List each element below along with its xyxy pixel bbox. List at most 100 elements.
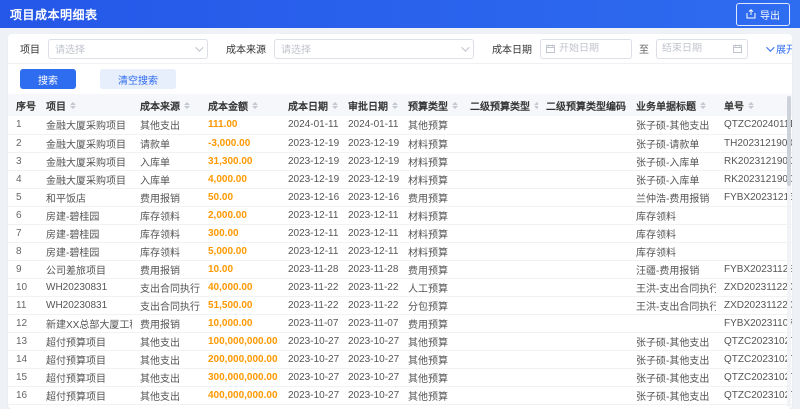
project-filter-label: 项目 <box>20 45 40 56</box>
column-header-9[interactable]: 业务单据标题 <box>628 94 716 116</box>
page-title: 项目成本明细表 <box>10 7 98 22</box>
table-cell: 分包预算 <box>400 296 462 315</box>
table-cell <box>462 386 538 405</box>
table-cell <box>538 134 628 153</box>
table-cell: 2023-11-07 <box>340 314 400 333</box>
table-cell: 张子硕-请款单 <box>628 134 716 153</box>
table-cell: 2023-10-27 <box>280 368 340 387</box>
table-cell <box>462 134 538 153</box>
table-row: 6 房建-碧桂园 库存领料 2,000.00 2023-12-11 2023-12-11 材… <box>8 206 792 225</box>
table-cell <box>462 170 538 189</box>
table-cell: 3 <box>8 152 38 171</box>
search-button[interactable]: 搜索 <box>20 69 76 89</box>
table-cell: 2023-10-27 <box>280 404 340 409</box>
table-row: 2 金融大厦采购项目 请款单 -3,000.00 2023-12-19 2023-12-1… <box>8 134 792 153</box>
project-select[interactable]: 请选择 <box>48 38 208 59</box>
column-header-10[interactable]: 单号 <box>716 94 792 116</box>
table-row: 7 房建-碧桂园 库存领料 300.00 2023-12-11 2023-12-11 材料预… <box>8 224 792 243</box>
sort-icon[interactable] <box>534 101 538 109</box>
date-start-box[interactable] <box>540 38 632 59</box>
sort-icon[interactable] <box>70 101 76 109</box>
table-cell: 2 <box>8 134 38 153</box>
table-cell: 库存领料 <box>132 224 200 243</box>
table-cell <box>716 242 792 261</box>
table-row: 12新建XX总部大厦工程二期费用报销10,000.002023-11-07202… <box>8 314 792 333</box>
table-cell: 张子硕-其他支出 <box>628 368 716 387</box>
table-cell: 其他预算 <box>400 368 462 387</box>
table-cell: 13 <box>8 332 38 351</box>
table-cell: 新建XX总部大厦工程二期 <box>38 314 132 333</box>
table-cell <box>538 170 628 189</box>
date-start-input[interactable] <box>559 43 626 54</box>
content-card: 项目 请选择 成本来源 请选择 成本日期 至 <box>8 34 792 409</box>
column-header-6[interactable]: 预算类型 <box>400 94 462 116</box>
table-cell: QTZC20231027002 <box>716 332 792 351</box>
table-cell: 房建-碧桂园 <box>38 242 132 261</box>
table-cell: 金融大厦采购项目 <box>38 134 132 153</box>
export-button[interactable]: 导出 <box>736 2 790 26</box>
table-cell: 2,000.00 <box>200 206 280 225</box>
actions-bar: 搜索 清空搜索 <box>8 64 792 94</box>
sort-icon[interactable] <box>748 101 754 109</box>
table-cell <box>462 368 538 387</box>
vertical-scrollbar[interactable] <box>787 96 791 407</box>
table-cell: 17 <box>8 404 38 409</box>
table-cell: 张子硕-入库单 <box>628 152 716 171</box>
table-cell: 费用报销 <box>132 188 200 207</box>
table-cell: 费用报销 <box>132 314 200 333</box>
date-end-box[interactable] <box>656 38 748 59</box>
table-row: 4 金融大厦采购项目 入库单 4,000.00 2023-12-19 2023-12-19… <box>8 170 792 189</box>
column-header-5[interactable]: 审批日期 <box>340 94 400 116</box>
sort-icon[interactable] <box>184 101 190 109</box>
table-cell: 9 <box>8 260 38 279</box>
table-cell: 300.00 <box>200 224 280 243</box>
table-cell: RK20231219003 <box>716 152 792 171</box>
column-header-8[interactable]: 二级预算类型编码 <box>538 94 628 116</box>
table-row: 9 公司差旅项目 费用报销 10.00 2023-11-28 2023-11-28 费用预算… <box>8 260 792 279</box>
table-cell: 2023-12-11 <box>340 224 400 243</box>
table-cell: 超付预算项目 <box>38 332 132 351</box>
column-header-1[interactable]: 项目 <box>38 94 132 116</box>
sort-icon[interactable] <box>452 101 458 109</box>
table-cell: 人工预算 <box>400 278 462 297</box>
column-header-label: 成本金额 <box>208 101 248 113</box>
table-cell: 2023-12-16 <box>280 188 340 207</box>
table-cell: 12 <box>8 314 38 333</box>
scrollbar-thumb[interactable] <box>787 96 791 186</box>
table-cell <box>462 314 538 333</box>
table-cell: 材料预算 <box>400 152 462 171</box>
table-cell: ZXD20231122002 <box>716 278 792 297</box>
table-cell: 库存领料 <box>132 242 200 261</box>
table-cell: QTZC20231027002 <box>716 350 792 369</box>
column-header-2[interactable]: 成本来源 <box>132 94 200 116</box>
sort-icon[interactable] <box>392 101 398 109</box>
column-header-4[interactable]: 成本日期 <box>280 94 340 116</box>
project-filter: 项目 请选择 <box>20 38 208 59</box>
column-header-3[interactable]: 成本金额 <box>200 94 280 116</box>
table-cell: 2024-01-11 <box>280 116 340 135</box>
expand-filter-toggle[interactable]: 展开筛选 <box>766 41 792 56</box>
sort-icon[interactable] <box>700 101 706 109</box>
top-header-bar: 项目成本明细表 导出 <box>0 0 800 28</box>
sort-icon[interactable] <box>252 101 258 109</box>
table-cell <box>538 242 628 261</box>
table-cell: 2023-11-22 <box>340 296 400 315</box>
table-cell: 其他预算 <box>400 386 462 405</box>
date-end-input[interactable] <box>662 43 729 54</box>
table-cell: 500,000,000.00 <box>200 404 280 409</box>
table-cell <box>538 152 628 171</box>
table-cell <box>462 206 538 225</box>
table-cell <box>462 350 538 369</box>
table-cell: QTZC20231027002 <box>716 386 792 405</box>
table-cell: 2023-11-22 <box>280 296 340 315</box>
table-header-row: 序号 项目 成本来源 成本金额 成本日期 审批日期 预算类型 二级预算类型 二级预算类型编码 业务… <box>8 94 792 116</box>
clear-search-button[interactable]: 清空搜索 <box>100 69 176 89</box>
column-header-label: 预算类型 <box>408 101 448 113</box>
cost-source-select-placeholder: 请选择 <box>281 45 311 56</box>
column-header-7[interactable]: 二级预算类型 <box>462 94 538 116</box>
table-cell: 2023-11-28 <box>280 260 340 279</box>
sort-icon[interactable] <box>332 101 338 109</box>
cost-source-select[interactable]: 请选择 <box>274 38 474 59</box>
table-cell: 4 <box>8 170 38 189</box>
table-cell: QTZC20231027001 <box>716 404 792 409</box>
